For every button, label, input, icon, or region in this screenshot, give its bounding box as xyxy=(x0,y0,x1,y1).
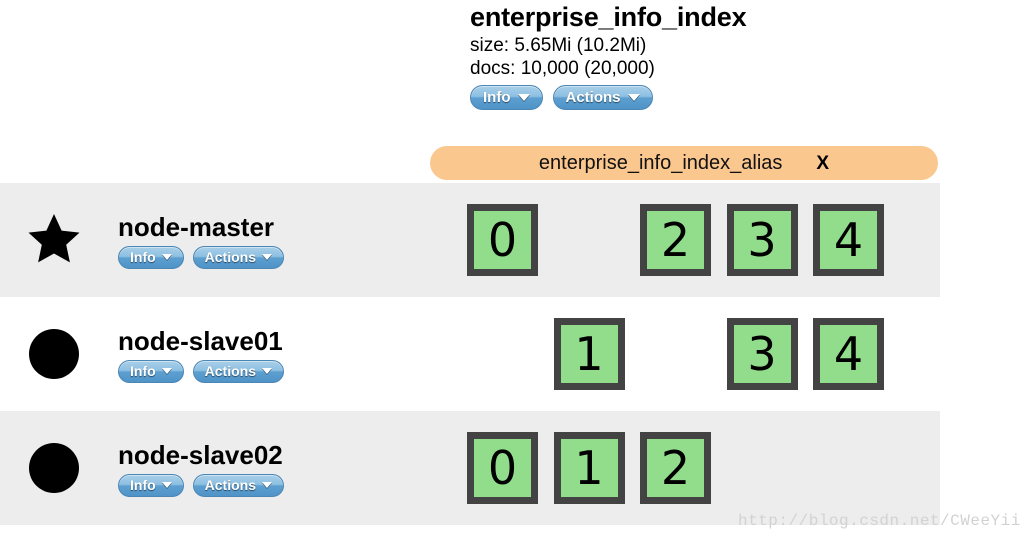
chevron-down-icon xyxy=(627,94,640,101)
index-button-row: Info Actions xyxy=(470,85,940,110)
shard-grid: 1 3 4 xyxy=(460,297,940,411)
shard-box[interactable]: 3 xyxy=(726,204,798,276)
shard-box[interactable]: 0 xyxy=(467,432,538,504)
shard-box[interactable]: 4 xyxy=(813,204,884,276)
shard-cell: 1 xyxy=(553,318,625,390)
shard-box[interactable]: 0 xyxy=(467,204,538,276)
node-actions-label: Actions xyxy=(204,363,256,379)
watermark: http://blog.csdn.net/CWeeYii xyxy=(738,512,1021,530)
node-actions-button[interactable]: Actions xyxy=(192,359,284,383)
node-info: node-master Info Actions xyxy=(108,212,460,269)
index-alias-bar[interactable]: enterprise_info_index_alias X xyxy=(430,146,938,180)
shard-grid: 0 2 3 4 xyxy=(460,183,940,297)
index-actions-button[interactable]: Actions xyxy=(552,85,653,110)
node-info-button[interactable]: Info xyxy=(118,473,184,497)
index-info-label: Info xyxy=(483,89,511,106)
node-actions-button[interactable]: Actions xyxy=(192,245,284,269)
node-marker xyxy=(0,442,108,494)
chevron-down-icon xyxy=(262,368,272,374)
shard-cell: 3 xyxy=(726,204,798,276)
circle-icon xyxy=(29,329,79,379)
index-header: enterprise_info_index size: 5.65Mi (10.2… xyxy=(470,0,940,110)
node-info-label: Info xyxy=(130,477,156,493)
shard-empty-slot xyxy=(640,318,711,390)
node-rows: node-master Info Actions 0 2 3 4 node-slave01 In… xyxy=(0,183,940,525)
shard-number: 2 xyxy=(660,441,691,495)
node-marker xyxy=(0,328,108,380)
index-info-button[interactable]: Info xyxy=(470,85,543,110)
shard-cell xyxy=(813,432,884,504)
shard-box[interactable]: 1 xyxy=(553,432,625,504)
node-actions-label: Actions xyxy=(204,477,256,493)
shard-box[interactable]: 2 xyxy=(640,432,711,504)
shard-number: 4 xyxy=(833,213,864,267)
shard-box[interactable]: 3 xyxy=(726,318,798,390)
node-info: node-slave01 Info Actions xyxy=(108,326,460,383)
shard-empty-slot xyxy=(727,432,798,504)
index-actions-label: Actions xyxy=(565,89,621,106)
circle-icon xyxy=(29,443,79,493)
shard-number: 2 xyxy=(660,213,691,267)
shard-grid: 0 1 2 xyxy=(460,411,940,525)
close-icon[interactable]: X xyxy=(816,154,829,173)
node-row: node-slave02 Info Actions 0 1 2 xyxy=(0,411,940,525)
shard-cell xyxy=(640,318,711,390)
node-button-row: Info Actions xyxy=(118,359,460,383)
node-name: node-master xyxy=(118,211,275,242)
shard-number: 0 xyxy=(487,213,518,267)
chevron-down-icon xyxy=(262,482,272,488)
node-actions-button[interactable]: Actions xyxy=(192,473,284,497)
index-size-line: size: 5.65Mi (10.2Mi) xyxy=(470,35,647,56)
shard-cell xyxy=(554,204,625,276)
node-actions-label: Actions xyxy=(204,249,256,265)
shard-empty-slot xyxy=(467,318,538,390)
shard-cell: 4 xyxy=(813,204,884,276)
shard-cell: 0 xyxy=(467,204,538,276)
node-info-label: Info xyxy=(130,249,156,265)
node-info: node-slave02 Info Actions xyxy=(108,440,460,497)
chevron-down-icon xyxy=(161,368,172,374)
chevron-down-icon xyxy=(161,254,172,260)
node-info-button[interactable]: Info xyxy=(118,245,184,269)
shard-number: 1 xyxy=(574,327,604,381)
node-row: node-slave01 Info Actions 1 3 4 xyxy=(0,297,940,411)
shard-cell: 2 xyxy=(640,204,711,276)
index-docs-line: docs: 10,000 (20,000) xyxy=(470,58,655,79)
shard-number: 0 xyxy=(487,441,518,495)
node-info-label: Info xyxy=(130,363,156,379)
node-row: node-master Info Actions 0 2 3 4 xyxy=(0,183,940,297)
chevron-down-icon xyxy=(262,254,272,260)
shard-cell xyxy=(467,318,538,390)
shard-cell: 3 xyxy=(726,318,798,390)
cluster-overview-screen: enterprise_info_index size: 5.65Mi (10.2… xyxy=(0,0,1026,542)
shard-number: 4 xyxy=(833,327,864,381)
star-icon xyxy=(28,214,80,263)
node-name: node-slave01 xyxy=(118,325,283,356)
shard-empty-slot xyxy=(813,432,884,504)
shard-box[interactable]: 2 xyxy=(640,204,711,276)
shard-box[interactable]: 1 xyxy=(553,318,625,390)
node-button-row: Info Actions xyxy=(118,245,460,269)
node-button-row: Info Actions xyxy=(118,473,460,497)
alias-name: enterprise_info_index_alias xyxy=(538,152,783,174)
node-name: node-slave02 xyxy=(118,439,283,470)
chevron-down-icon xyxy=(161,482,172,488)
chevron-down-icon xyxy=(517,94,530,101)
shard-number: 3 xyxy=(747,327,777,381)
shard-cell: 1 xyxy=(553,432,625,504)
node-marker xyxy=(0,212,108,268)
shard-number: 1 xyxy=(574,441,604,495)
shard-cell: 2 xyxy=(640,432,711,504)
node-info-button[interactable]: Info xyxy=(118,359,184,383)
shard-empty-slot xyxy=(554,204,625,276)
shard-cell: 4 xyxy=(813,318,884,390)
index-title: enterprise_info_index xyxy=(470,2,747,32)
shard-number: 3 xyxy=(747,213,777,267)
shard-cell xyxy=(727,432,798,504)
shard-cell: 0 xyxy=(467,432,538,504)
shard-box[interactable]: 4 xyxy=(813,318,884,390)
